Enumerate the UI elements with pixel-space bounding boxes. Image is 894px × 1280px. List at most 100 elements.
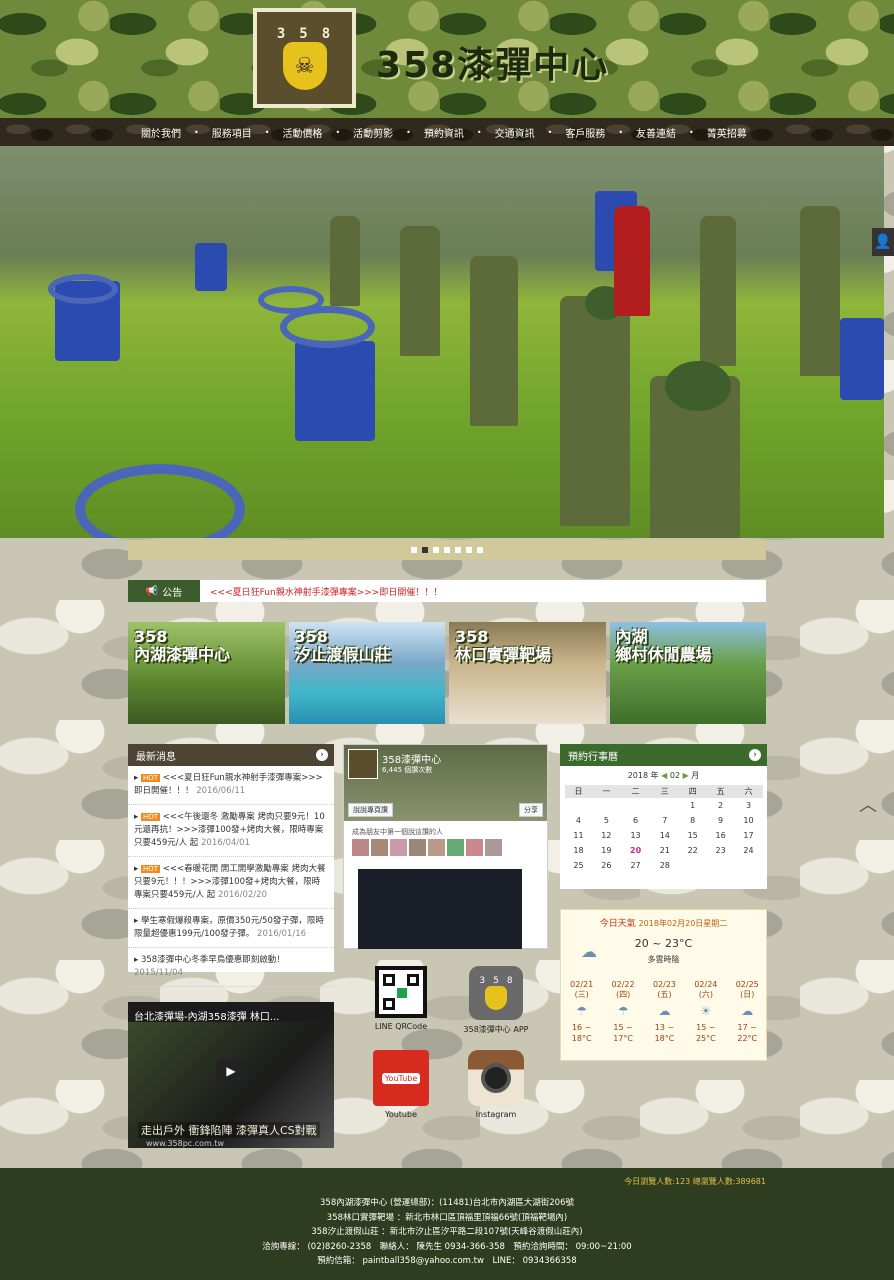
friend-avatar[interactable] — [390, 839, 407, 856]
venue-banners: 358 內湖漆彈中心 358 汐止渡假山莊 358 林口實彈靶場 內湖 鄉村休閒農場 — [128, 622, 766, 724]
calendar-day[interactable]: 25 — [565, 858, 593, 873]
calendar-day[interactable]: 23 — [707, 843, 735, 858]
slider-dot[interactable] — [444, 547, 450, 553]
calendar-week: 123 — [565, 798, 763, 813]
weather-icon: ☂ — [576, 1004, 588, 1018]
hot-badge: HOT — [140, 813, 161, 821]
venue-banner[interactable]: 358 林口實彈靶場 — [449, 622, 606, 724]
video-title[interactable]: 台北漆彈場-內湖358漆彈 林口... — [134, 1008, 279, 1023]
nav-item[interactable]: 客戶服務 — [552, 125, 618, 140]
line-qrcode-link[interactable]: LINE QRCode — [371, 966, 431, 1031]
more-arrow-icon[interactable]: › — [316, 749, 328, 761]
calendar-day[interactable]: 3 — [735, 798, 763, 813]
nav-item[interactable]: 友善連結 — [623, 125, 689, 140]
next-month-icon[interactable]: ▶ — [683, 771, 689, 780]
nav-item[interactable]: 交通資訊 — [482, 125, 548, 140]
venue-banner[interactable]: 內湖 鄉村休閒農場 — [609, 622, 766, 724]
nav-item[interactable]: 菁英招募 — [694, 125, 760, 140]
calendar-day[interactable]: 28 — [651, 858, 679, 873]
facebook-page-name[interactable]: 358漆彈中心 — [382, 751, 441, 766]
play-icon[interactable]: ▶ — [216, 1060, 246, 1082]
nav-item[interactable]: 關於我們 — [128, 125, 194, 140]
calendar-day[interactable]: 7 — [651, 813, 679, 828]
news-item[interactable]: ▸ HOT <<<春暖花開 開工開學激勵專案 烤肉大餐只要9元！！！>>>漆彈1… — [128, 857, 334, 909]
friend-avatar[interactable] — [371, 839, 388, 856]
calendar-day[interactable]: 20 — [620, 843, 651, 858]
qrcode-icon — [375, 966, 427, 1018]
slider-dot[interactable] — [477, 547, 483, 553]
calendar-day[interactable]: 12 — [592, 828, 620, 843]
calendar-day — [620, 798, 651, 813]
calendar-week: 4 5 6 7 8 9 10 — [565, 813, 763, 828]
slider-dot[interactable] — [422, 547, 428, 553]
slider-dot[interactable] — [455, 547, 461, 553]
venue-banner[interactable]: 358 汐止渡假山莊 — [288, 622, 445, 724]
calendar-day[interactable]: 22 — [679, 843, 707, 858]
calendar-day[interactable]: 27 — [620, 858, 651, 873]
facebook-post-video[interactable] — [358, 869, 522, 949]
forecast-day: 02/22 (四) ☂ 15 ~ 17°C — [605, 980, 641, 1044]
nav-item[interactable]: 服務項目 — [199, 125, 265, 140]
calendar-day[interactable]: 16 — [707, 828, 735, 843]
calendar-day[interactable]: 8 — [679, 813, 707, 828]
weather-date: 2018年02月20日星期二 — [638, 919, 728, 928]
player-graphic — [700, 216, 736, 366]
app-download-link[interactable]: 358 358漆彈中心 APP — [451, 966, 541, 1035]
calendar-day[interactable]: 4 — [565, 813, 593, 828]
player-graphic — [800, 206, 840, 376]
news-item[interactable]: ▸ 358漆彈中心冬季早鳥優惠即刻啟動！ 2015/11/04 — [128, 948, 334, 987]
slider-dot[interactable] — [466, 547, 472, 553]
nav-item[interactable]: 預約資訊 — [411, 125, 477, 140]
youtube-video-embed[interactable]: 台北漆彈場-內湖358漆彈 林口... ▶ 走出戶外 衝鋒陷陣 漆彈真人CS對戰… — [128, 1002, 334, 1148]
calendar-day[interactable]: 9 — [707, 813, 735, 828]
more-arrow-icon[interactable]: › — [749, 749, 761, 761]
forecast-range: 15 ~ 25°C — [695, 1023, 716, 1043]
site-logo[interactable]: 358 ☠ — [253, 8, 356, 108]
facebook-share-button[interactable]: 分享 — [519, 803, 543, 817]
youtube-link[interactable]: YouTube Youtube — [371, 1050, 431, 1119]
news-date: 2015/11/04 — [134, 968, 183, 978]
slider-dot[interactable] — [411, 547, 417, 553]
calendar-day[interactable]: 26 — [592, 858, 620, 873]
facebook-avatar[interactable] — [348, 749, 378, 779]
calendar-day[interactable]: 5 — [592, 813, 620, 828]
news-text[interactable]: 358漆彈中心冬季早鳥優惠即刻啟動！ — [141, 955, 285, 965]
facebook-likes: 6,445 個讚次數 — [382, 766, 433, 774]
instagram-link[interactable]: Instagram — [451, 1050, 541, 1119]
friend-avatar[interactable] — [485, 839, 502, 856]
scroll-top-icon[interactable]: ︿ — [856, 792, 880, 816]
news-date: 2016/06/11 — [196, 786, 246, 796]
calendar-day[interactable]: 2 — [707, 798, 735, 813]
friend-avatar[interactable] — [352, 839, 369, 856]
friend-avatar[interactable] — [409, 839, 426, 856]
venue-banner-title: 358 汐止渡假山莊 — [294, 627, 391, 664]
forecast-range: 13 ~ 18°C — [654, 1023, 675, 1043]
venue-banner[interactable]: 358 內湖漆彈中心 — [128, 622, 285, 724]
calendar-day[interactable]: 17 — [735, 828, 763, 843]
forecast-date: 02/23 — [652, 980, 676, 989]
prev-month-icon[interactable]: ◀ — [661, 771, 667, 780]
friend-avatar[interactable] — [428, 839, 445, 856]
calendar-day[interactable]: 11 — [565, 828, 593, 843]
facebook-like-button[interactable]: 說說專頁讚 — [348, 803, 393, 817]
friend-avatar[interactable] — [466, 839, 483, 856]
calendar-day[interactable]: 21 — [651, 843, 679, 858]
notice-marquee[interactable]: <<<夏日狂Fun親水神射手漆彈專案>>>即日開催！！！ — [200, 585, 442, 598]
calendar-day[interactable]: 1 — [679, 798, 707, 813]
calendar-day[interactable]: 15 — [679, 828, 707, 843]
calendar-day[interactable]: 18 — [565, 843, 593, 858]
calendar-day[interactable]: 19 — [592, 843, 620, 858]
calendar-day[interactable]: 14 — [651, 828, 679, 843]
nav-item[interactable]: 活動價格 — [269, 125, 335, 140]
calendar-day[interactable]: 13 — [620, 828, 651, 843]
calendar-day[interactable]: 24 — [735, 843, 763, 858]
news-item[interactable]: ▸ HOT <<<夏日狂Fun親水神射手漆彈專案>>>即日開催！！！ 2016/… — [128, 766, 334, 805]
news-item[interactable]: ▸ HOT <<<午後還冬 激勵專案 烤肉只要9元！10元還再抗！>>>漆彈10… — [128, 805, 334, 857]
nav-item[interactable]: 活動剪影 — [340, 125, 406, 140]
friend-avatar[interactable] — [447, 839, 464, 856]
calendar-day[interactable]: 10 — [735, 813, 763, 828]
news-item[interactable]: ▸ 學生寒假爆殺專案，原價350元/50發子彈，限時限量超優惠199元/100發… — [128, 909, 334, 948]
calendar-day[interactable]: 6 — [620, 813, 651, 828]
user-icon[interactable]: 👤 — [872, 228, 894, 256]
slider-dot[interactable] — [433, 547, 439, 553]
